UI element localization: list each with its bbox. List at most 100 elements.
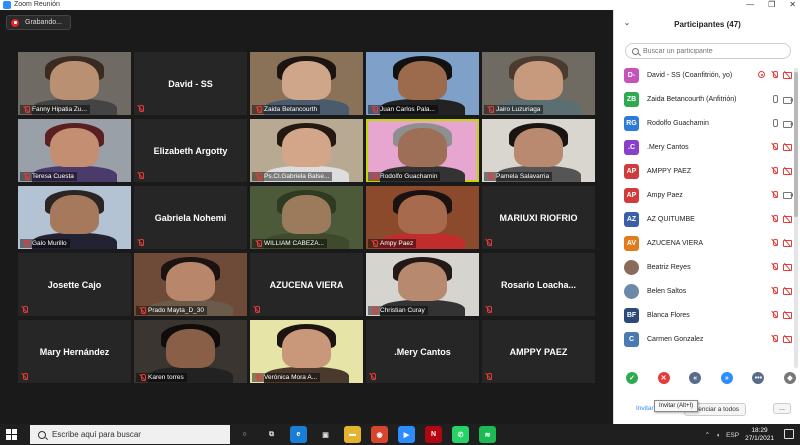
more-options-button[interactable]: ... [773, 403, 791, 414]
camera-off-icon [783, 311, 793, 319]
notification-icon[interactable] [784, 429, 794, 439]
chrome-icon[interactable]: ◉ [371, 426, 388, 443]
tile-name-label: Ps.Cl.Gabriela Balse... [252, 172, 333, 181]
video-tile[interactable]: Zaida Betancourth [250, 52, 363, 115]
participant-row[interactable]: ZB Zaida Betancourth (Anfitrión) [614, 88, 800, 112]
camera-off-icon [783, 167, 793, 175]
video-face [281, 127, 332, 167]
tile-name-label: Pamela Salavarria [484, 172, 553, 181]
volume-icon[interactable]: ◖ [716, 432, 720, 439]
participant-row[interactable]: D- David - SS (Coanfitrión, yo) [614, 64, 800, 88]
taskbar-search-placeholder: Escribe aquí para buscar [52, 430, 141, 439]
mic-muted-icon [369, 373, 376, 380]
participant-row[interactable]: Belen Saltos [614, 280, 800, 304]
participant-row[interactable]: AZ AZ QUITUMBE [614, 208, 800, 232]
video-tile[interactable]: Ampy Paez [366, 186, 479, 249]
close-button[interactable]: ✕ [789, 0, 796, 10]
zoom-icon[interactable]: ▶ [398, 426, 415, 443]
scrollbar-thumb[interactable] [794, 72, 798, 217]
participant-row[interactable]: RG Rodolfo Guachamin [614, 112, 800, 136]
participant-list-scrollbar[interactable] [794, 68, 798, 368]
video-tile[interactable]: David - SS [134, 52, 247, 115]
video-tile[interactable]: Ps.Cl.Gabriela Balse... [250, 119, 363, 182]
clear-icon[interactable]: ◆ [783, 372, 796, 384]
clock[interactable]: 18:29 27/1/2021 [745, 427, 774, 443]
meeting-area: Grabando... Fanny Hipatia Zu... David - S… [0, 10, 613, 424]
participant-row[interactable]: AV AZUCENA VIERA [614, 232, 800, 256]
video-tile[interactable]: Karen torres [134, 320, 247, 383]
participant-name: Zaida Betancourth (Anfitrión) [647, 96, 737, 103]
tile-name-text: Prado Mayta_D_30 [148, 307, 205, 314]
participant-name: Belen Saltos [647, 288, 687, 295]
recording-label: Grabando... [25, 19, 62, 26]
video-tile[interactable]: Rosario Loacha... [482, 253, 595, 316]
video-tile[interactable]: Prado Mayta_D_30 [134, 253, 247, 316]
minimize-button[interactable]: — [746, 0, 754, 10]
recording-indicator[interactable]: Grabando... [6, 15, 71, 30]
participant-search[interactable] [625, 43, 791, 59]
video-tile[interactable]: Pamela Salavarria [482, 119, 595, 182]
tile-name-label: Juan Carlos Pala... [368, 105, 438, 114]
maximize-button[interactable]: ❐ [768, 0, 775, 10]
video-tile[interactable]: Juan Carlos Pala... [366, 52, 479, 115]
tile-center-name: .Mery Cantos [394, 346, 451, 357]
participants-panel: ⌄ Participantes (47) D- David - SS (Coanf… [613, 10, 800, 424]
recording-icon [11, 18, 19, 27]
video-tile[interactable]: Gabriela Nohemi [134, 186, 247, 249]
more-reactions-icon[interactable]: ••• [752, 372, 765, 384]
tile-name-text: Ampy Paez [380, 240, 414, 247]
video-tile[interactable]: .Mery Cantos [366, 320, 479, 383]
cortana-icon[interactable]: ○ [236, 426, 253, 443]
tile-center-name: MARIUXI RIOFRIO [499, 212, 578, 223]
video-tile[interactable]: MARIUXI RIOFRIO [482, 186, 595, 249]
video-tile[interactable]: Josette Cajo [18, 253, 131, 316]
video-face [281, 60, 332, 100]
video-tile[interactable]: AMPPY PAEZ [482, 320, 595, 383]
taskbar-search[interactable]: Escribe aquí para buscar [30, 425, 230, 444]
video-tile[interactable]: AZUCENA VIERA [250, 253, 363, 316]
video-tile[interactable]: Teresa Cuesta [18, 119, 131, 182]
faster-icon[interactable]: » [720, 372, 733, 384]
mic-muted-icon [771, 263, 778, 270]
participant-search-input[interactable] [643, 47, 783, 55]
video-tile[interactable]: Rodolfo Guachamin [366, 119, 479, 182]
netflix-icon[interactable]: N [425, 426, 442, 443]
video-tile[interactable]: Verónica Mora A... [250, 320, 363, 383]
video-tile[interactable]: Galo Murillo [18, 186, 131, 249]
x-icon[interactable]: ✕ [657, 372, 670, 384]
tile-name-label: Ampy Paez [368, 239, 417, 248]
participant-row[interactable]: AP AMPPY PAEZ [614, 160, 800, 184]
participant-status [771, 119, 793, 128]
chevron-up-icon[interactable]: ⌃ [705, 431, 710, 439]
explorer-icon[interactable]: ▬ [344, 426, 361, 443]
windows-start-icon[interactable] [6, 429, 17, 440]
slower-icon[interactable]: « [689, 372, 702, 384]
zoom-app-icon [3, 1, 11, 9]
video-face [397, 127, 448, 167]
invite-button[interactable]: Invitar [636, 405, 654, 412]
camera-icon [783, 96, 793, 104]
tile-center-name: Gabriela Nohemi [154, 212, 227, 223]
video-tile[interactable]: Fanny Hipatia Zu... [18, 52, 131, 115]
video-tile[interactable]: Elizabeth Argotty [134, 119, 247, 182]
video-tile[interactable]: Christian Curay [366, 253, 479, 316]
tile-name-label: Zaida Betancourth [252, 105, 321, 114]
whatsapp-icon[interactable]: ✆ [452, 426, 469, 443]
language-indicator[interactable]: ESP [726, 432, 739, 439]
spotify-icon[interactable]: ≋ [479, 426, 496, 443]
video-tile[interactable]: Mary Hernández [18, 320, 131, 383]
participant-row[interactable]: BF Blanca Flores [614, 304, 800, 328]
participant-row[interactable]: AP Ampy Paez [614, 184, 800, 208]
participant-row[interactable]: Beatriz Reyes [614, 256, 800, 280]
video-tile[interactable]: Jairo Luzuriaga [482, 52, 595, 115]
mic-muted-icon [255, 240, 262, 247]
edge-icon[interactable]: e [290, 426, 307, 443]
store-icon[interactable]: ▣ [317, 426, 334, 443]
tile-name-text: Pamela Salavarria [496, 173, 550, 180]
chevron-down-icon[interactable]: ⌄ [624, 19, 630, 27]
check-icon[interactable]: ✓ [626, 372, 638, 384]
task-view-icon[interactable]: ⧉ [263, 426, 280, 443]
participant-row[interactable]: C Carmen Gonzalez [614, 328, 800, 352]
video-tile[interactable]: WILLIAM CABEZA... [250, 186, 363, 249]
participant-row[interactable]: .C .Mery Cantos [614, 136, 800, 160]
